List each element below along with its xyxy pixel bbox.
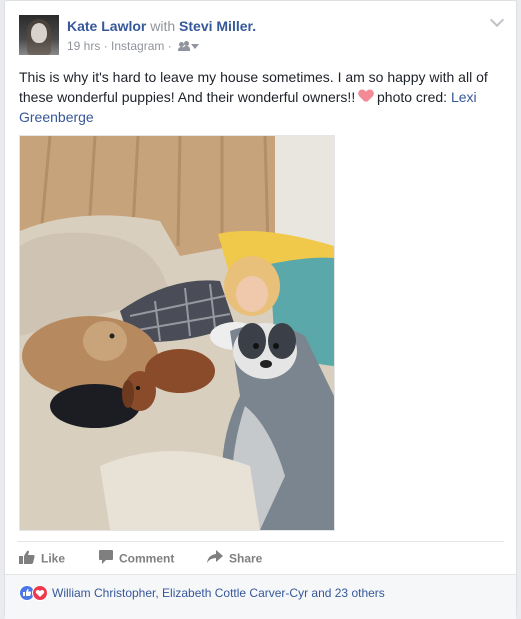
- post-timestamp[interactable]: 19 hrs: [67, 39, 100, 53]
- friends-icon[interactable]: [178, 40, 200, 51]
- post-source[interactable]: Instagram: [111, 39, 164, 53]
- with-label: with: [150, 18, 176, 34]
- reaction-names[interactable]: William Christopher, Elizabeth Cottle Ca…: [52, 586, 385, 600]
- share-label: Share: [229, 551, 263, 566]
- credit-label: photo cred:: [373, 89, 451, 105]
- love-reaction-icon: [32, 585, 48, 601]
- post-card: Kate Lawlor with Stevi Miller. 19 hrs · …: [4, 0, 517, 619]
- comment-button[interactable]: Comment: [99, 550, 174, 568]
- like-label: Like: [41, 551, 66, 566]
- author-avatar[interactable]: [19, 15, 59, 55]
- comment-label: Comment: [119, 551, 175, 566]
- post-meta: 19 hrs · Instagram ·: [67, 38, 200, 53]
- share-arrow-icon: [207, 550, 223, 567]
- meta-separator: ·: [164, 38, 176, 53]
- author-line: Kate Lawlor with Stevi Miller.: [67, 18, 256, 34]
- share-button[interactable]: Share: [207, 550, 262, 568]
- meta-separator: ·: [100, 38, 112, 53]
- heart-emoji-icon: [359, 90, 373, 103]
- post-header: Kate Lawlor with Stevi Miller. 19 hrs · …: [19, 15, 502, 57]
- like-button[interactable]: Like: [19, 550, 65, 568]
- author-name[interactable]: Kate Lawlor: [67, 18, 146, 34]
- thumbs-up-icon: [19, 550, 35, 567]
- post-text: This is why it's hard to leave my house …: [19, 67, 505, 127]
- reactions-bar[interactable]: William Christopher, Elizabeth Cottle Ca…: [5, 574, 516, 619]
- post-photo[interactable]: [19, 135, 335, 531]
- tagged-person[interactable]: Stevi Miller.: [179, 18, 256, 34]
- action-bar: Like Comment Share: [17, 541, 504, 572]
- comment-icon: [99, 550, 113, 567]
